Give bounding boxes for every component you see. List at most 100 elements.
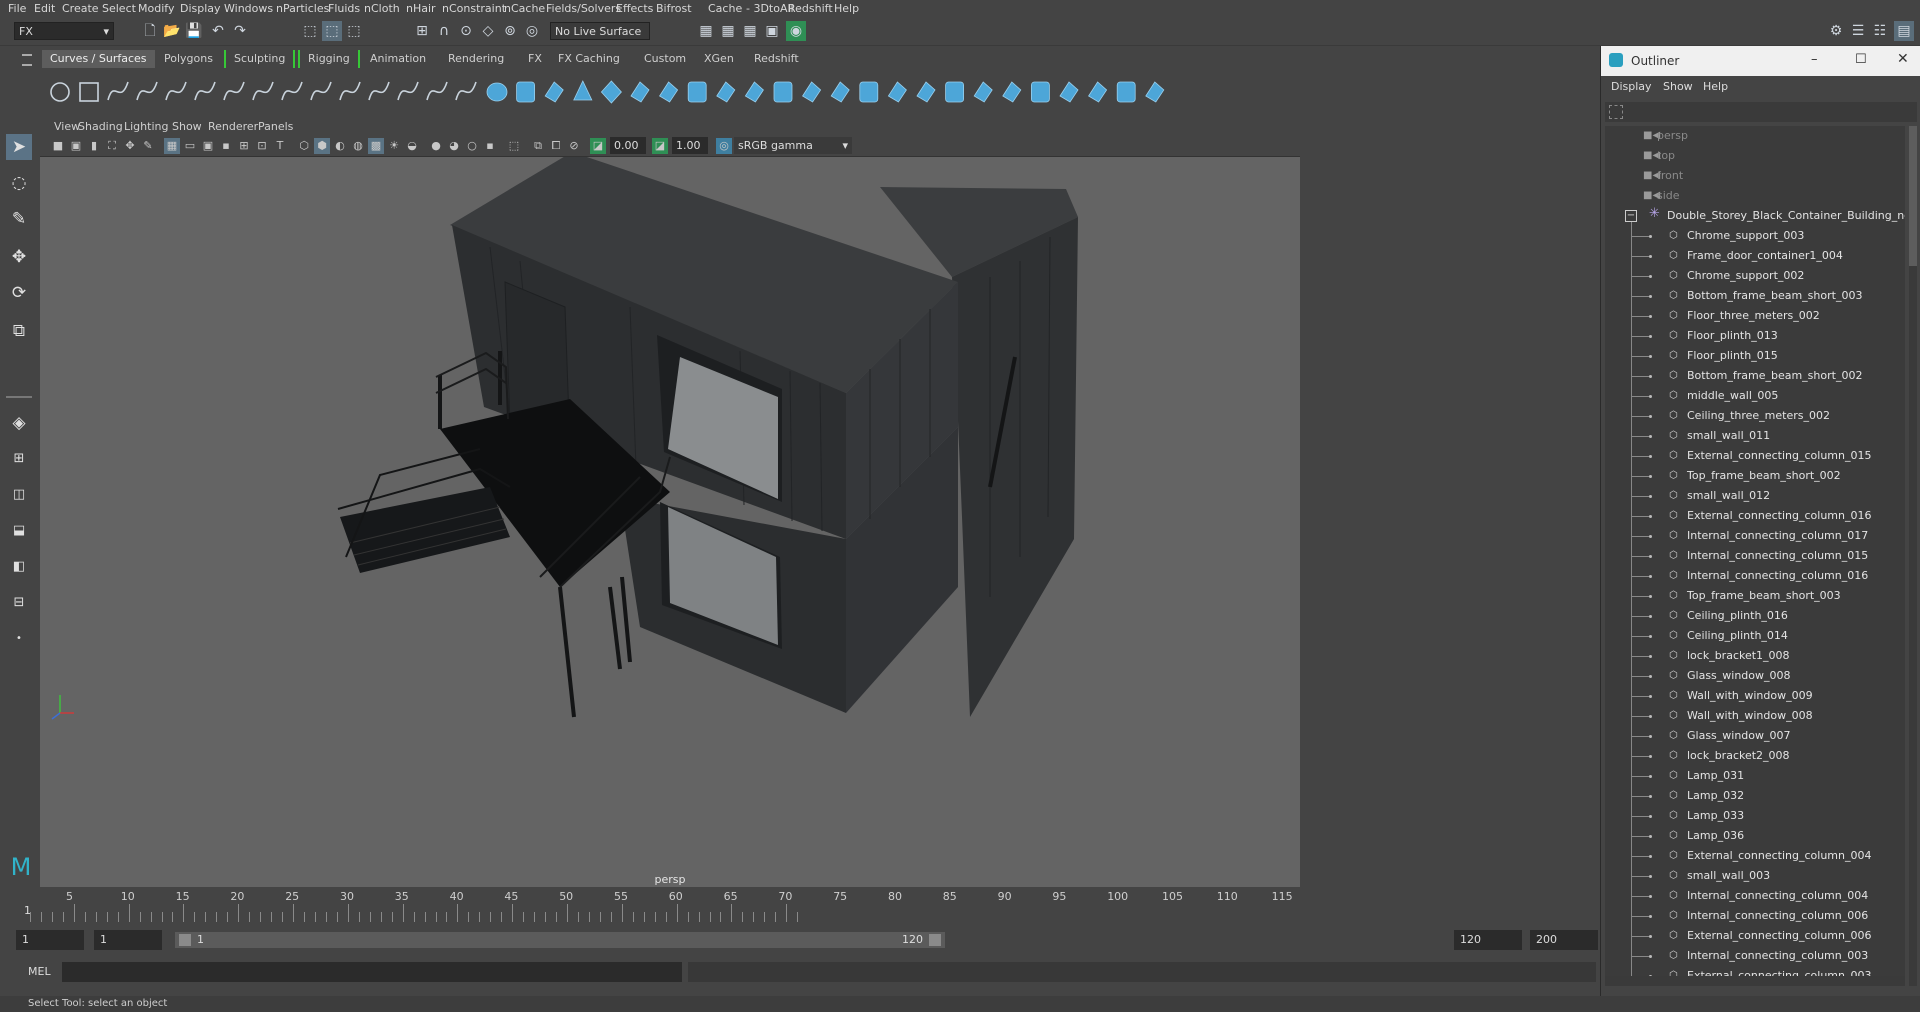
snap-curve-icon[interactable]: ∩ [434, 21, 454, 41]
motion-blur-icon[interactable]: ◕ [446, 138, 462, 154]
nurbs-cone-icon[interactable] [573, 80, 593, 101]
minimize-icon[interactable]: – [1811, 52, 1818, 67]
grease-pencil-icon[interactable]: ✎ [140, 138, 156, 154]
outliner-mesh-row[interactable]: ⬡ Glass_window_007 [1605, 726, 1905, 746]
snap-point-icon[interactable]: ⊙ [456, 21, 476, 41]
outliner-mesh-row[interactable]: ⬡ Floor_plinth_013 [1605, 326, 1905, 346]
project-curve-icon[interactable] [830, 81, 850, 103]
render-current-frame-icon[interactable]: ▦ [696, 21, 716, 41]
menu-help[interactable]: Help [834, 2, 859, 15]
rebuild-surface-icon[interactable] [1088, 81, 1108, 103]
safe-title-icon[interactable]: T [272, 138, 288, 154]
rotate-tool-icon[interactable]: ⟳ [6, 280, 32, 306]
outliner-mesh-row[interactable]: ⬡ Bottom_frame_beam_short_002 [1605, 366, 1905, 386]
four-view-layout-icon[interactable]: ⊞ [6, 446, 32, 472]
range-slider-end-handle[interactable] [929, 934, 941, 946]
cv-curve-icon[interactable] [107, 81, 129, 101]
isolate-select-icon[interactable]: ⬚ [506, 138, 522, 154]
field-chart-icon[interactable]: ⊞ [236, 138, 252, 154]
shelf-tab-animation[interactable]: Animation [362, 50, 434, 68]
outliner-menu-show[interactable]: Show [1663, 80, 1693, 93]
panel-menu-panels[interactable]: Panels [258, 120, 293, 133]
outliner-mesh-row[interactable]: ⬡ lock_bracket1_008 [1605, 646, 1905, 666]
outliner-mesh-row[interactable]: ⬡ External_connecting_column_006 [1605, 926, 1905, 946]
playback-end-field[interactable]: 120 [1454, 930, 1522, 950]
shelf-tab-redshift[interactable]: Redshift [746, 50, 807, 68]
outliner-mesh-row[interactable]: ⬡ External_connecting_column_015 [1605, 446, 1905, 466]
outliner-mesh-row[interactable]: ⬡ Bottom_frame_beam_short_003 [1605, 286, 1905, 306]
maximize-icon[interactable]: ☐ [1855, 52, 1867, 67]
2d-pan-zoom-icon[interactable]: ✥ [122, 138, 138, 154]
outliner-mesh-row[interactable]: ⬡ Glass_window_008 [1605, 666, 1905, 686]
outliner-mesh-row[interactable]: ⬡ Internal_connecting_column_003 [1605, 946, 1905, 966]
menu-nconstraint[interactable]: nConstraint [442, 2, 506, 15]
outliner-mesh-row[interactable]: ⬡ External_connecting_column_004 [1605, 846, 1905, 866]
snap-live-icon[interactable]: ⊚ [500, 21, 520, 41]
outliner-mesh-row[interactable]: ⬡ Ceiling_plinth_016 [1605, 606, 1905, 626]
revolve-icon[interactable] [659, 81, 679, 103]
planar-icon[interactable] [716, 81, 736, 103]
anti-aliasing-icon[interactable]: ○ [464, 138, 480, 154]
depth-of-field-icon[interactable]: ▪ [482, 138, 498, 154]
modeling-toolkit-icon[interactable]: ⚙ [1826, 21, 1846, 41]
paint-select-tool-icon[interactable]: ✎ [6, 206, 32, 232]
shelf-tab-fx[interactable]: FX [520, 50, 550, 68]
shelf-tab-xgen[interactable]: XGen [696, 50, 742, 68]
save-scene-icon[interactable]: 💾 [184, 21, 204, 41]
menu-windows[interactable]: Windows [224, 2, 273, 15]
screen-space-ao-icon[interactable]: ● [428, 138, 444, 154]
shelf-tab-sculpting[interactable]: Sculpting [224, 50, 296, 68]
open-close-icon[interactable] [1059, 81, 1079, 103]
menu-nhair[interactable]: nHair [406, 2, 436, 15]
shelf-tab-fx-caching[interactable]: FX Caching [550, 50, 628, 68]
outliner-mesh-row[interactable]: ⬡ External_connecting_column_016 [1605, 506, 1905, 526]
mel-command-input[interactable] [62, 962, 682, 982]
snap-grid-icon[interactable]: ⊞ [412, 21, 432, 41]
outliner-camera-row[interactable]: ■◀ front [1605, 166, 1905, 186]
camera-attributes-icon[interactable]: ▣ [68, 138, 84, 154]
extrude-icon[interactable] [744, 81, 764, 103]
persp-outliner-layout-icon[interactable]: ◫ [6, 482, 32, 508]
shelf-tab-rigging[interactable]: Rigging [298, 50, 360, 68]
outliner-search-field[interactable] [1605, 102, 1917, 122]
image-plane-icon[interactable]: ⛶ [104, 138, 120, 154]
close-icon[interactable]: ✕ [1897, 51, 1909, 67]
use-all-lights-icon[interactable]: ☀ [386, 138, 402, 154]
birail-icon[interactable] [773, 81, 793, 103]
outliner-vertical-scrollbar[interactable] [1909, 126, 1917, 986]
shelf-tab-custom[interactable]: Custom [636, 50, 694, 68]
trim-icon[interactable] [887, 81, 907, 103]
outliner-mesh-row[interactable]: ⬡ middle_wall_005 [1605, 386, 1905, 406]
select-object-icon[interactable]: ⬚ [322, 21, 342, 41]
attach-surfaces-icon[interactable] [945, 81, 964, 103]
outliner-camera-row[interactable]: ■◀ persp [1605, 126, 1905, 146]
outliner-camera-row[interactable]: ■◀ side [1605, 186, 1905, 206]
outliner-group-row[interactable]: − ✳ Double_Storey_Black_Container_Building… [1605, 206, 1905, 226]
menu-ncache[interactable]: nCache [504, 2, 545, 15]
mel-label[interactable]: MEL [28, 965, 51, 978]
nurbs-cylinder-icon[interactable] [544, 81, 564, 103]
nurbs-circle-icon[interactable] [50, 82, 70, 102]
live-surface-field[interactable]: No Live Surface [550, 22, 650, 40]
menu-modify[interactable]: Modify [138, 2, 174, 15]
shelf-tab-curves-surfaces[interactable]: Curves / Surfaces [42, 50, 155, 68]
nurbs-square-icon[interactable] [79, 82, 99, 102]
extend-curve-icon[interactable] [368, 81, 390, 101]
outliner-mesh-row[interactable]: ⬡ Floor_plinth_015 [1605, 346, 1905, 366]
panel-menu-show[interactable]: Show [172, 120, 202, 133]
render-settings-icon[interactable]: ▦ [740, 21, 760, 41]
three-point-arc-icon[interactable] [252, 81, 274, 101]
wireframe-icon[interactable]: ⬡ [296, 138, 312, 154]
gamma-icon[interactable]: ◪ [652, 138, 668, 154]
outliner-menu-display[interactable]: Display [1611, 80, 1652, 93]
fillet-icon[interactable] [1145, 81, 1165, 103]
gamma-field[interactable]: 1.00 [672, 137, 708, 154]
attribute-editor-icon[interactable]: ☰ [1848, 21, 1868, 41]
loft-icon[interactable] [687, 81, 707, 103]
outliner-mesh-row[interactable]: ⬡ Lamp_031 [1605, 766, 1905, 786]
lasso-tool-icon[interactable]: ◌ [6, 170, 32, 196]
color-management-icon[interactable]: ◎ [716, 138, 732, 154]
exposure-field[interactable]: 0.00 [610, 137, 646, 154]
move-tool-icon[interactable]: ✥ [6, 244, 32, 270]
wireframe-on-shaded-icon[interactable]: ◍ [350, 138, 366, 154]
